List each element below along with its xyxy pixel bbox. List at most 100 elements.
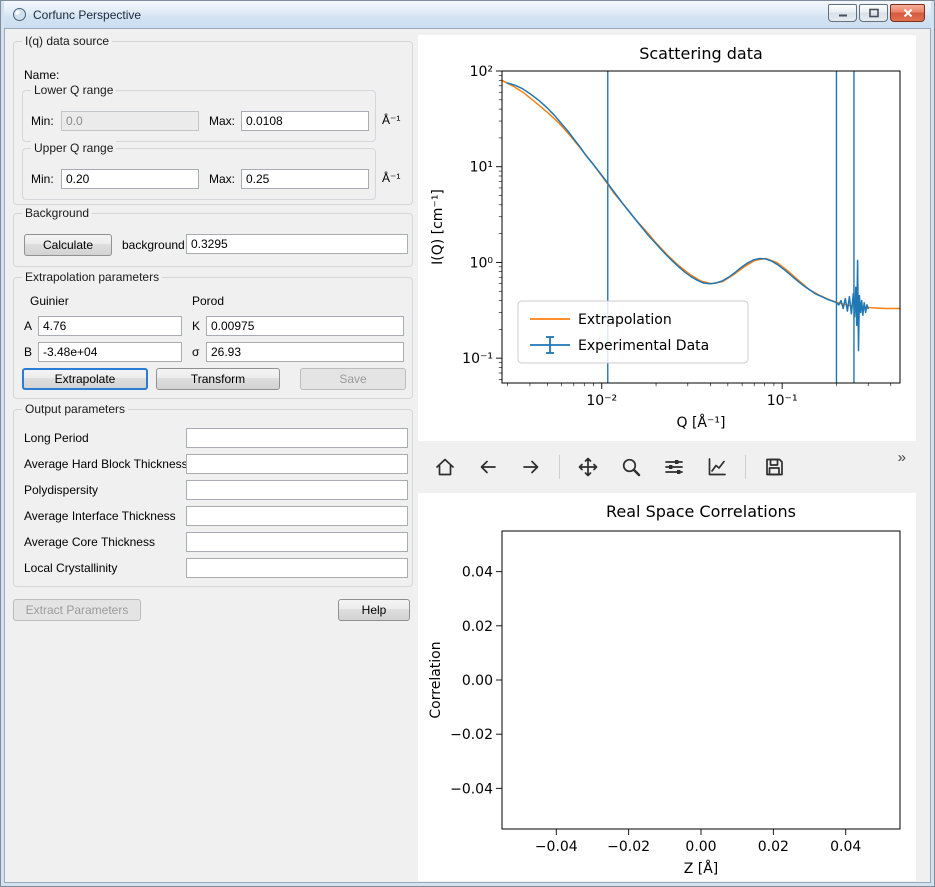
background-label: background bbox=[122, 238, 185, 252]
porod-sigma-input[interactable] bbox=[206, 342, 404, 362]
save-button: Save bbox=[300, 368, 406, 390]
upper-q-max-label: Max: bbox=[209, 172, 235, 186]
real-space-correlations-plot[interactable]: Real Space Correlations −0.04 −0.02 0.00 0.0… bbox=[418, 493, 916, 881]
minimize-button[interactable] bbox=[828, 4, 857, 22]
lower-q-max-input[interactable] bbox=[241, 111, 369, 131]
close-icon bbox=[902, 8, 914, 18]
back-arrow-icon bbox=[477, 456, 499, 478]
svg-text:−0.02: −0.02 bbox=[607, 839, 650, 855]
minimize-icon bbox=[837, 8, 849, 18]
home-icon bbox=[434, 456, 456, 478]
upper-q-max-input[interactable] bbox=[241, 169, 369, 189]
pan-button[interactable] bbox=[573, 452, 603, 482]
background-input[interactable] bbox=[186, 234, 408, 254]
corfunc-perspective-window: Corfunc Perspective I(q) data source Nam… bbox=[0, 0, 935, 887]
svg-text:10¹: 10¹ bbox=[470, 160, 493, 176]
svg-text:Z [Å]: Z [Å] bbox=[684, 860, 719, 877]
group-title-lower-q: Lower Q range bbox=[31, 83, 116, 98]
back-button[interactable] bbox=[473, 452, 503, 482]
client-area: I(q) data source Name: Lower Q range Min… bbox=[4, 28, 931, 883]
polydispersity-input[interactable] bbox=[186, 480, 408, 500]
hard-block-input[interactable] bbox=[186, 454, 408, 474]
interface-thickness-input[interactable] bbox=[186, 506, 408, 526]
long-period-label: Long Period bbox=[24, 431, 89, 445]
upper-q-min-input[interactable] bbox=[61, 169, 199, 189]
toolbar-separator bbox=[559, 455, 560, 479]
sliders-icon bbox=[663, 456, 685, 478]
close-button[interactable] bbox=[890, 4, 925, 22]
subplots-button[interactable] bbox=[659, 452, 689, 482]
transform-button[interactable]: Transform bbox=[156, 368, 280, 390]
home-button[interactable] bbox=[430, 452, 460, 482]
local-crystallinity-input[interactable] bbox=[186, 558, 408, 578]
customize-button[interactable] bbox=[702, 452, 732, 482]
window-title: Corfunc Perspective bbox=[33, 8, 141, 22]
a-label: A bbox=[24, 319, 32, 333]
hard-block-label: Average Hard Block Thickness bbox=[24, 457, 188, 471]
group-output: Output parameters Long Period Average Ha… bbox=[13, 409, 413, 587]
svg-text:10⁻¹: 10⁻¹ bbox=[767, 393, 798, 409]
lower-q-min-input bbox=[61, 111, 199, 131]
k-label: K bbox=[192, 319, 200, 333]
svg-text:Real Space Correlations: Real Space Correlations bbox=[606, 502, 796, 521]
b-label: B bbox=[24, 345, 32, 359]
interface-thickness-label: Average Interface Thickness bbox=[24, 509, 176, 523]
group-extrapolation: Extrapolation parameters Guinier Porod A… bbox=[13, 277, 413, 399]
polydispersity-label: Polydispersity bbox=[24, 483, 98, 497]
porod-k-input[interactable] bbox=[206, 316, 404, 336]
core-thickness-label: Average Core Thickness bbox=[24, 535, 155, 549]
svg-text:I(Q) [cm⁻¹]: I(Q) [cm⁻¹] bbox=[430, 189, 446, 265]
guinier-label: Guinier bbox=[30, 294, 69, 308]
lower-q-min-label: Min: bbox=[31, 114, 54, 128]
svg-text:10⁰: 10⁰ bbox=[470, 255, 494, 271]
window-controls bbox=[828, 4, 925, 22]
long-period-input[interactable] bbox=[186, 428, 408, 448]
svg-text:0.02: 0.02 bbox=[758, 839, 789, 855]
svg-text:−0.04: −0.04 bbox=[535, 839, 578, 855]
zoom-button[interactable] bbox=[616, 452, 646, 482]
guinier-b-input[interactable] bbox=[38, 342, 182, 362]
help-button[interactable]: Help bbox=[338, 599, 410, 621]
svg-text:−0.04: −0.04 bbox=[450, 781, 493, 797]
svg-text:10⁻¹: 10⁻¹ bbox=[462, 351, 493, 367]
save-figure-button[interactable] bbox=[759, 452, 789, 482]
group-data-source: I(q) data source Name: Lower Q range Min… bbox=[13, 41, 413, 205]
porod-label: Porod bbox=[192, 294, 224, 308]
lower-q-unit-label: Å⁻¹ bbox=[382, 113, 400, 127]
local-crystallinity-label: Local Crystallinity bbox=[24, 561, 117, 575]
svg-text:10²: 10² bbox=[470, 64, 493, 80]
plot-toolbar: » bbox=[418, 441, 916, 493]
svg-text:10⁻²: 10⁻² bbox=[586, 393, 617, 409]
svg-text:0.04: 0.04 bbox=[462, 565, 493, 581]
upper-q-unit-label: Å⁻¹ bbox=[382, 171, 400, 185]
line-chart-icon bbox=[706, 456, 728, 478]
svg-text:Extrapolation: Extrapolation bbox=[578, 312, 672, 328]
svg-text:0.00: 0.00 bbox=[462, 673, 493, 689]
svg-text:0.02: 0.02 bbox=[462, 619, 493, 635]
svg-text:−0.02: −0.02 bbox=[450, 727, 493, 743]
titlebar[interactable]: Corfunc Perspective bbox=[4, 1, 931, 28]
extract-parameters-button: Extract Parameters bbox=[13, 599, 141, 621]
extrapolate-button[interactable]: Extrapolate bbox=[22, 368, 148, 390]
magnifier-icon bbox=[620, 456, 642, 478]
svg-text:Correlation: Correlation bbox=[428, 641, 444, 718]
forward-arrow-icon bbox=[520, 456, 542, 478]
calculate-button[interactable]: Calculate bbox=[24, 234, 112, 256]
group-title-upper-q: Upper Q range bbox=[31, 141, 116, 156]
svg-text:0.00: 0.00 bbox=[685, 839, 716, 855]
pan-icon bbox=[577, 456, 599, 478]
scattering-data-plot[interactable]: Scattering data10⁻²10⁻¹10⁻¹10⁰10¹10²Q [Å… bbox=[418, 35, 916, 441]
group-upper-q: Upper Q range Min: Max: bbox=[22, 148, 376, 200]
toolbar-overflow-chevron[interactable]: » bbox=[898, 449, 906, 466]
group-title-data-source: I(q) data source bbox=[22, 34, 112, 49]
app-icon bbox=[12, 7, 27, 22]
guinier-a-input[interactable] bbox=[38, 316, 182, 336]
floppy-icon bbox=[763, 456, 785, 478]
maximize-button[interactable] bbox=[859, 4, 888, 22]
lower-q-max-label: Max: bbox=[209, 114, 235, 128]
name-label: Name: bbox=[24, 68, 59, 82]
forward-button[interactable] bbox=[516, 452, 546, 482]
core-thickness-input[interactable] bbox=[186, 532, 408, 552]
toolbar-separator bbox=[745, 455, 746, 479]
svg-text:0.04: 0.04 bbox=[830, 839, 861, 855]
